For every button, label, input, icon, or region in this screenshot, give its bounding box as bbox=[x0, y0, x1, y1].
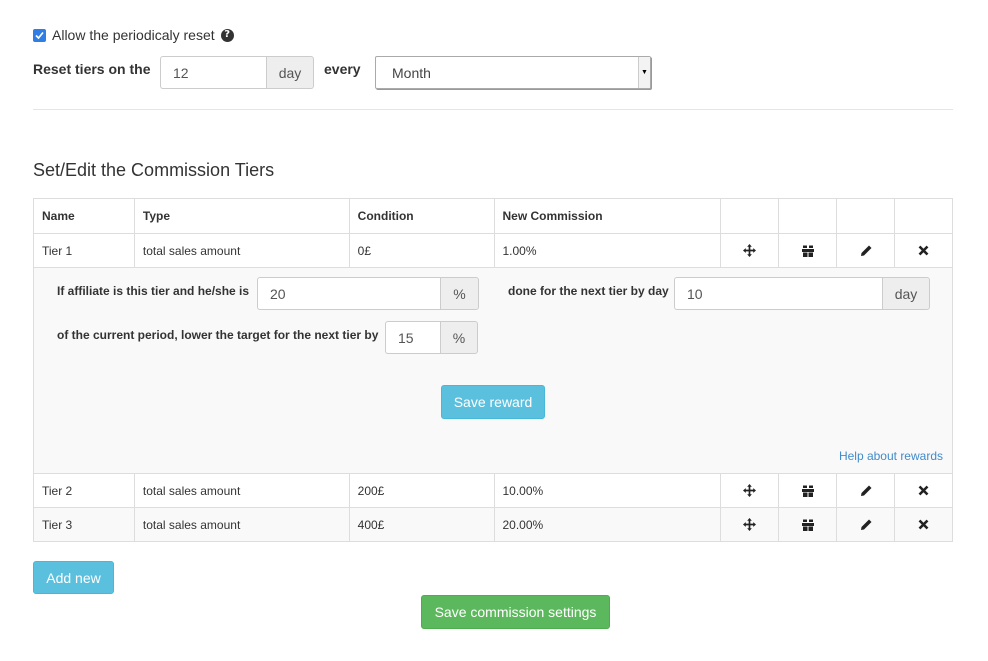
allow-reset-checkbox[interactable] bbox=[33, 28, 46, 42]
header-remove bbox=[894, 199, 952, 233]
reward-lower-addon: % bbox=[440, 321, 478, 354]
header-move bbox=[720, 199, 778, 233]
reward-lower-group: 15 % bbox=[385, 321, 478, 354]
header-type: Type bbox=[133, 199, 349, 233]
reset-day-input[interactable]: 12 bbox=[160, 56, 266, 89]
reward-lower-input[interactable]: 15 bbox=[385, 321, 440, 354]
tier-name: Tier 3 bbox=[42, 517, 73, 532]
header-edit bbox=[836, 199, 894, 233]
help-rewards-link[interactable]: Help about rewards bbox=[839, 449, 943, 463]
tier-condition: 0£ bbox=[348, 234, 494, 267]
divider bbox=[33, 109, 953, 110]
gift-icon[interactable] bbox=[778, 474, 836, 507]
pencil-icon[interactable] bbox=[836, 508, 894, 541]
header-condition: Condition bbox=[348, 199, 494, 233]
reward-day-group: 10 day bbox=[674, 277, 930, 310]
reset-day-group: 12 day bbox=[160, 56, 314, 89]
remove-icon[interactable] bbox=[894, 508, 952, 541]
tier-type: total sales amount bbox=[133, 234, 349, 267]
move-icon[interactable] bbox=[720, 508, 778, 541]
save-reward-button[interactable]: Save reward bbox=[441, 385, 545, 419]
caret-down-icon: ▼ bbox=[638, 57, 650, 88]
reward-done-label: done for the next tier by day bbox=[508, 284, 669, 298]
move-icon[interactable] bbox=[720, 474, 778, 507]
header-name: Name bbox=[42, 209, 75, 223]
question-icon[interactable]: ? bbox=[220, 28, 234, 42]
add-new-button[interactable]: Add new bbox=[33, 561, 114, 594]
pencil-icon[interactable] bbox=[836, 234, 894, 267]
reset-day-addon: day bbox=[266, 56, 314, 89]
table-row: Tier 2 total sales amount 200£ 10.00% bbox=[34, 473, 952, 507]
gift-icon[interactable] bbox=[778, 508, 836, 541]
allow-reset-row: Allow the periodicaly reset ? bbox=[33, 26, 234, 44]
section-title: Set/Edit the Commission Tiers bbox=[33, 160, 275, 180]
period-select[interactable]: Month ▼ bbox=[375, 56, 651, 89]
tiers-table: Name Type Condition New Commission Tier … bbox=[33, 198, 953, 542]
reward-percent-addon: % bbox=[440, 277, 479, 310]
tier-commission: 1.00% bbox=[493, 234, 721, 267]
tier-condition: 200£ bbox=[348, 474, 494, 507]
remove-icon[interactable] bbox=[894, 474, 952, 507]
reward-percent-group: 20 % bbox=[257, 277, 479, 310]
reward-day-addon: day bbox=[882, 277, 930, 310]
reward-panel: If affiliate is this tier and he/she is … bbox=[34, 267, 952, 473]
every-label: every bbox=[324, 61, 361, 77]
save-settings-button[interactable]: Save commission settings bbox=[421, 595, 610, 629]
table-row: Tier 3 total sales amount 400£ 20.00% bbox=[34, 507, 952, 541]
tier-commission: 10.00% bbox=[493, 474, 721, 507]
reset-on-label: Reset tiers on the bbox=[33, 61, 151, 77]
tier-name: Tier 1 bbox=[42, 243, 73, 258]
reward-day-input[interactable]: 10 bbox=[674, 277, 882, 310]
remove-icon[interactable] bbox=[894, 234, 952, 267]
pencil-icon[interactable] bbox=[836, 474, 894, 507]
table-header: Name Type Condition New Commission bbox=[34, 199, 952, 233]
header-commission: New Commission bbox=[493, 199, 721, 233]
reward-percent-input[interactable]: 20 bbox=[257, 277, 440, 310]
reward-lower-label: of the current period, lower the target … bbox=[57, 328, 379, 342]
tier-commission: 20.00% bbox=[493, 508, 721, 541]
tier-type: total sales amount bbox=[133, 508, 349, 541]
tier-type: total sales amount bbox=[133, 474, 349, 507]
header-gift bbox=[778, 199, 836, 233]
reward-if-label: If affiliate is this tier and he/she is bbox=[57, 284, 250, 298]
gift-icon[interactable] bbox=[778, 234, 836, 267]
allow-reset-label[interactable]: Allow the periodicaly reset bbox=[52, 27, 215, 43]
table-row: Tier 1 total sales amount 0£ 1.00% bbox=[34, 233, 952, 267]
move-icon[interactable] bbox=[720, 234, 778, 267]
tier-name: Tier 2 bbox=[42, 483, 73, 498]
tier-condition: 400£ bbox=[348, 508, 494, 541]
period-select-value: Month bbox=[392, 64, 431, 81]
